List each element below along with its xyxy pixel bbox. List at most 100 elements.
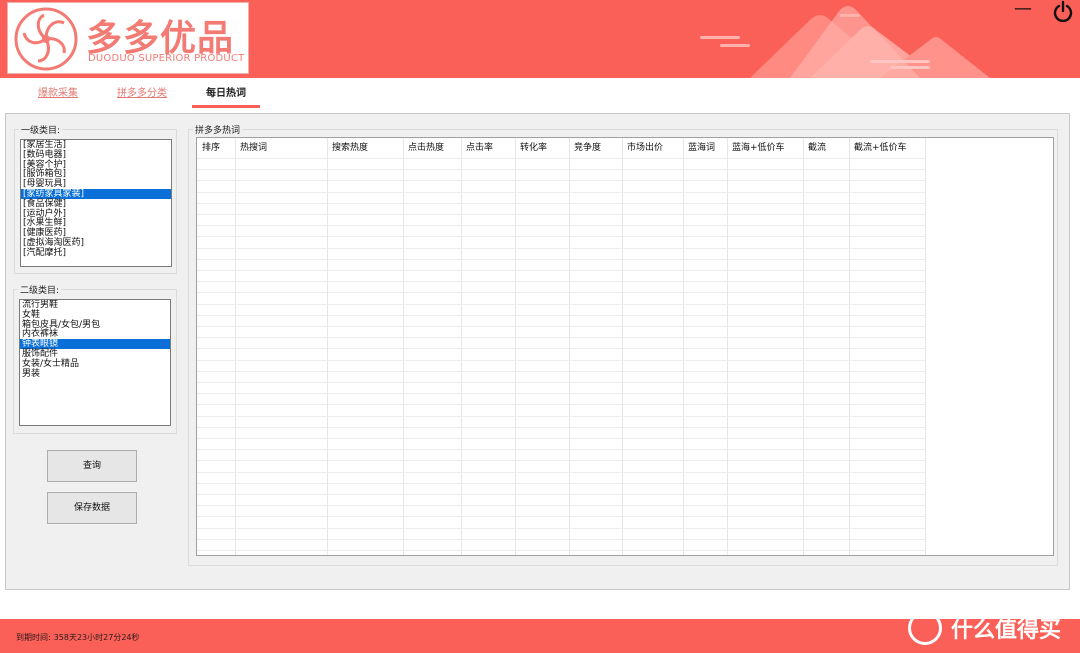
watermark-text: 什么值得买: [951, 618, 1062, 643]
hot-words-label: 拼多多热词: [193, 123, 243, 136]
grid-row-divider: [197, 304, 925, 305]
tab-pdd-category[interactable]: 拼多多分类: [117, 82, 167, 108]
grid-row-divider: [197, 360, 925, 361]
grid-row-divider: [197, 158, 925, 159]
query-button[interactable]: 查询: [47, 450, 137, 482]
level2-list-item[interactable]: 男装: [20, 369, 170, 379]
level1-list-item[interactable]: [运动户外]: [21, 209, 171, 219]
smzdm-logo-icon: [908, 611, 942, 645]
grid-column-divider: [569, 138, 570, 555]
level2-list-item[interactable]: 钟表眼镜: [20, 339, 170, 349]
grid-row-divider: [197, 427, 925, 428]
tab-daily-hot-words[interactable]: 每日热词: [192, 82, 260, 108]
column-header[interactable]: 热搜词: [235, 138, 327, 158]
level1-listbox[interactable]: [家居生活] [数码电器] [美容个护] [服饰箱包] [母婴玩具] [家纺家具家装] [食…: [20, 139, 172, 267]
pinwheel-logo-icon: [14, 7, 78, 71]
level2-listbox[interactable]: 流行男鞋 女鞋 箱包皮具/女包/男包 内衣裤袜 钟表眼镜 服饰配件 女装/女士精品 男装: [19, 299, 171, 426]
column-header[interactable]: 截流+低价车: [849, 138, 925, 158]
grid-row-divider: [197, 550, 925, 551]
grid-row-divider: [197, 180, 925, 181]
grid-column-divider: [727, 138, 728, 555]
grid-column-divider: [327, 138, 328, 555]
grid-row-divider: [197, 516, 925, 517]
header-bar: 多多优品 DUODUO SUPERIOR PRODUCT —: [0, 0, 1080, 78]
grid-row-divider: [197, 382, 925, 383]
grid-row-divider: [197, 348, 925, 349]
grid-row-divider: [197, 326, 925, 327]
level1-list-item[interactable]: [食品保健]: [21, 199, 171, 209]
grid-column-divider: [461, 138, 462, 555]
grid-row-divider: [197, 539, 925, 540]
column-header[interactable]: 转化率: [515, 138, 569, 158]
grid-column-divider: [403, 138, 404, 555]
column-header[interactable]: 点击热度: [403, 138, 461, 158]
main-panel: 一级类目: [家居生活] [数码电器] [美容个护] [服饰箱包] [母婴玩具] [家纺家…: [5, 113, 1070, 590]
grid-row-divider: [197, 528, 925, 529]
grid-row-divider: [197, 494, 925, 495]
column-header[interactable]: 截流: [803, 138, 849, 158]
grid-row-divider: [197, 315, 925, 316]
level2-list-item[interactable]: 箱包皮具/女包/男包: [20, 320, 170, 330]
grid-row-divider: [197, 270, 925, 271]
expire-label: 到期时间:: [16, 633, 51, 642]
grid-row-divider: [197, 416, 925, 417]
expire-info: 到期时间: 358天23小时27分24秒: [16, 632, 140, 643]
grid-row-divider: [197, 438, 925, 439]
level1-list-item[interactable]: [水果生鲜]: [21, 218, 171, 228]
level1-list-item[interactable]: [汽配摩托]: [21, 248, 171, 258]
level1-list-item[interactable]: [健康医药]: [21, 228, 171, 238]
grid-row-divider: [197, 393, 925, 394]
level2-label: 二级类目:: [18, 283, 62, 296]
grid-row-divider: [197, 449, 925, 450]
grid-row-divider: [197, 281, 925, 282]
level1-label: 一级类目:: [19, 123, 63, 136]
column-header[interactable]: 点击率: [461, 138, 515, 158]
grid-row-divider: [197, 337, 925, 338]
level2-list-item[interactable]: 内衣裤袜: [20, 329, 170, 339]
level1-list-item[interactable]: [服饰箱包]: [21, 169, 171, 179]
level1-list-item[interactable]: [数码电器]: [21, 150, 171, 160]
level2-list-item[interactable]: 女装/女士精品: [20, 359, 170, 369]
grid-row-divider: [197, 460, 925, 461]
level1-list-item[interactable]: [家居生活]: [21, 140, 171, 150]
level2-list-item[interactable]: 流行男鞋: [20, 300, 170, 310]
logo: 多多优品 DUODUO SUPERIOR PRODUCT: [7, 2, 249, 74]
level1-list-item[interactable]: [母婴玩具]: [21, 179, 171, 189]
tab-hot-item-collect[interactable]: 爆款采集: [38, 82, 78, 108]
grid-column-divider: [849, 138, 850, 555]
grid-row-divider: [197, 371, 925, 372]
grid-row-divider: [197, 472, 925, 473]
column-header[interactable]: 蓝海+低价车: [727, 138, 803, 158]
column-header[interactable]: 市场出价: [622, 138, 683, 158]
expire-value: 358天23小时27分24秒: [53, 633, 140, 642]
column-header[interactable]: 竞争度: [569, 138, 622, 158]
grid-column-divider: [235, 138, 236, 555]
grid-column-divider: [803, 138, 804, 555]
grid-row-divider: [197, 248, 925, 249]
grid-row-divider: [197, 404, 925, 405]
power-icon[interactable]: [1052, 0, 1074, 22]
grid-column-divider: [925, 138, 926, 555]
column-header[interactable]: 搜索热度: [327, 138, 403, 158]
level1-list-item[interactable]: [家纺家具家装]: [21, 188, 171, 199]
column-header[interactable]: 蓝海词: [683, 138, 727, 158]
save-data-button[interactable]: 保存数据: [47, 492, 137, 524]
level2-group: 二级类目: 流行男鞋 女鞋 箱包皮具/女包/男包 内衣裤袜 钟表眼镜 服饰配件 女装/女士精…: [13, 283, 177, 434]
grid-row-divider: [197, 236, 925, 237]
level1-list-item[interactable]: [虚拟海淘医药]: [21, 238, 171, 248]
level1-group: 一级类目: [家居生活] [数码电器] [美容个护] [服饰箱包] [母婴玩具] [家纺家…: [14, 123, 177, 274]
column-header[interactable]: 排序: [197, 138, 235, 158]
level1-list-item[interactable]: [美容个护]: [21, 160, 171, 170]
level2-list-item[interactable]: 服饰配件: [20, 349, 170, 359]
grid-column-divider: [683, 138, 684, 555]
grid-row-divider: [197, 192, 925, 193]
grid-row-divider: [197, 259, 925, 260]
brand-subtitle: DUODUO SUPERIOR PRODUCT: [88, 53, 245, 64]
minimize-icon[interactable]: —: [1013, 0, 1033, 22]
level2-list-item[interactable]: 女鞋: [20, 310, 170, 320]
grid-row-divider: [197, 169, 925, 170]
grid-row-divider: [197, 225, 925, 226]
grid-row-divider: [197, 483, 925, 484]
grid-row-divider: [197, 505, 925, 506]
hot-words-table[interactable]: 排序 热搜词 搜索热度 点击热度 点击率 转化率 竞争度 市场出价 蓝海词 蓝海+低价车 截流 截流+…: [196, 137, 1054, 556]
